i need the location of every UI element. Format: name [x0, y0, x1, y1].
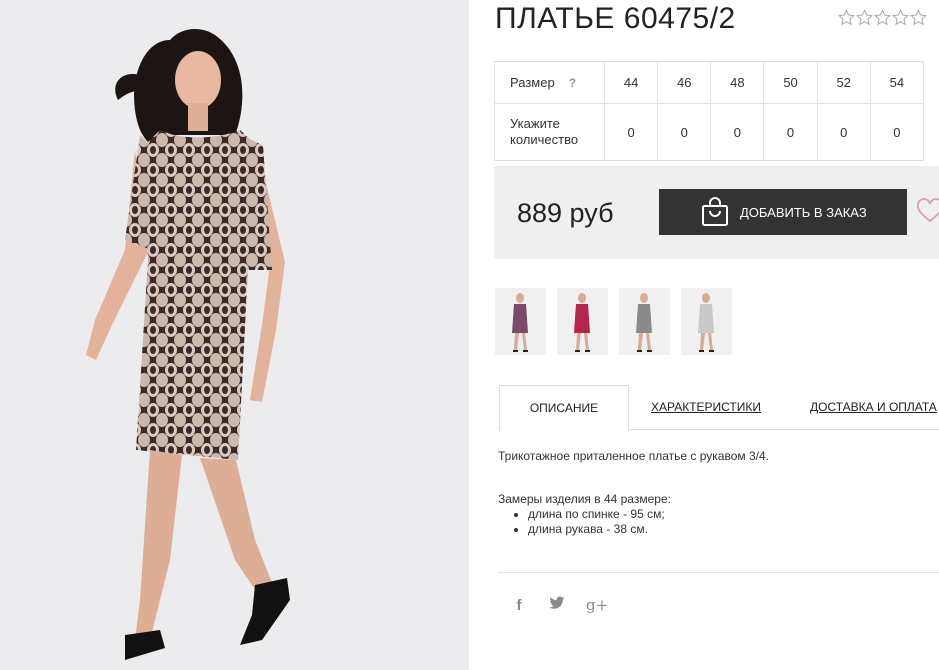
product-tabs: ОПИСАНИЕ ХАРАКТЕРИСТИКИ ДОСТАВКА И ОПЛАТ…	[498, 385, 939, 431]
thumb-legs	[576, 333, 589, 350]
rating-stars[interactable]	[838, 9, 927, 26]
thumb-dress	[636, 304, 652, 333]
list-item: длина по спинке - 95 см;	[528, 507, 665, 522]
size-cell: 46	[657, 61, 712, 104]
size-cell: 44	[603, 61, 659, 104]
quantity-input[interactable]: 0	[603, 103, 659, 161]
shopping-bag-icon	[702, 197, 728, 226]
thumbnail-image	[698, 293, 714, 352]
thumb-head	[702, 293, 710, 303]
thumb-head	[578, 293, 586, 303]
model-illustration	[86, 28, 290, 660]
size-cell: 52	[816, 61, 871, 104]
size-label: Размер	[510, 74, 555, 90]
quantity-input[interactable]: 0	[763, 103, 818, 161]
divider	[498, 572, 939, 573]
tab-characteristics[interactable]: ХАРАКТЕРИСТИКИ	[651, 385, 761, 429]
price: 889 руб	[517, 198, 614, 228]
thumbnail-image	[636, 293, 652, 352]
measurements-title: Замеры изделия в 44 размере:	[498, 492, 671, 506]
thumb-shoes	[699, 350, 714, 352]
measurements-list: длина по спинке - 95 см; длина рукава - …	[498, 507, 665, 537]
social-share: f g+	[510, 596, 609, 614]
thumb-dress	[574, 304, 590, 333]
facebook-icon[interactable]: f	[510, 597, 528, 614]
quantity-label: Укажите количество	[494, 103, 605, 161]
list-item: длина рукава - 38 см.	[528, 522, 665, 537]
star-icon[interactable]	[910, 9, 927, 26]
star-icon[interactable]	[892, 9, 909, 26]
thumbnail-image	[574, 293, 590, 352]
thumb-head	[516, 293, 524, 303]
thumbnail[interactable]	[619, 288, 670, 355]
quantity-input[interactable]: 0	[816, 103, 871, 161]
thumb-dress	[698, 304, 714, 333]
size-cell: 50	[763, 61, 818, 104]
thumbnail-image	[512, 293, 528, 352]
tab-delivery[interactable]: ДОСТАВКА И ОПЛАТА	[810, 385, 937, 429]
thumb-dress	[512, 304, 528, 333]
google-plus-icon[interactable]: g+	[586, 596, 608, 614]
thumbnail[interactable]	[557, 288, 608, 355]
description-text: Трикотажное приталенное платье с рукавом…	[498, 449, 769, 463]
thumbnail[interactable]	[495, 288, 546, 355]
product-photo[interactable]	[0, 0, 469, 670]
quantity-input[interactable]: 0	[657, 103, 712, 161]
thumb-legs	[514, 333, 527, 350]
size-cell: 48	[710, 61, 765, 104]
quantity-input[interactable]: 0	[710, 103, 765, 161]
twitter-icon[interactable]	[548, 596, 566, 614]
add-to-order-label: ДОБАВИТЬ В ЗАКАЗ	[740, 204, 867, 220]
thumb-shoes	[637, 350, 652, 352]
quantity-input[interactable]: 0	[869, 103, 925, 161]
star-icon[interactable]	[856, 9, 873, 26]
heart-icon[interactable]	[917, 198, 939, 224]
thumb-legs	[700, 333, 713, 350]
add-to-order-button[interactable]: ДОБАВИТЬ В ЗАКАЗ	[659, 189, 907, 235]
size-help-icon[interactable]: ?	[569, 75, 576, 91]
size-quantity-table: Размер? 44 46 48 50 52 54 Укажите количе…	[494, 61, 925, 161]
thumb-head	[640, 293, 648, 303]
quantity-row: Укажите количество 0 0 0 0 0 0	[494, 103, 925, 161]
thumb-shoes	[513, 350, 528, 352]
size-row: Размер? 44 46 48 50 52 54	[494, 61, 925, 104]
tab-description[interactable]: ОПИСАНИЕ	[499, 385, 629, 431]
thumb-legs	[638, 333, 651, 350]
size-cell: 54	[869, 61, 925, 104]
star-icon[interactable]	[874, 9, 891, 26]
star-icon[interactable]	[838, 9, 855, 26]
thumbnail-gallery	[495, 288, 732, 355]
thumbnail[interactable]	[681, 288, 732, 355]
order-panel: 889 руб ДОБАВИТЬ В ЗАКАЗ	[494, 166, 939, 259]
size-label-cell: Размер?	[494, 61, 605, 104]
product-title: ПЛАТЬЕ 60475/2	[495, 2, 736, 35]
thumb-shoes	[575, 350, 590, 352]
